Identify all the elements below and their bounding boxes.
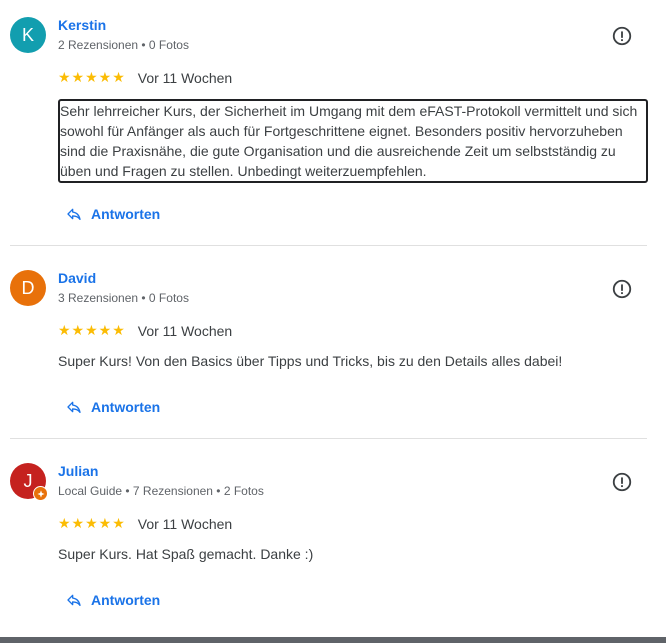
reviewer-name[interactable]: Kerstin	[58, 17, 106, 33]
avatar-initial: J	[23, 471, 33, 491]
avatar[interactable]: D	[10, 270, 46, 306]
avatar-initial: D	[21, 278, 35, 298]
report-icon[interactable]	[611, 471, 633, 493]
review-date: Vor 11 Wochen	[137, 69, 233, 86]
report-icon[interactable]	[611, 25, 633, 47]
reply-label: Antworten	[91, 399, 161, 415]
reply-button[interactable]: Antworten	[66, 399, 160, 415]
review-text: Super Kurs! Von den Basics über Tipps un…	[58, 353, 563, 369]
review-card: K Kerstin 2 Rezensionen • 0 Fotos ★★★★★ …	[10, 17, 648, 246]
reviewer-meta: 2 Rezensionen • 0 Fotos	[58, 38, 189, 52]
reply-button[interactable]: Antworten	[66, 206, 160, 222]
reply-icon	[67, 401, 81, 413]
reply-icon	[67, 208, 81, 220]
bottom-divider	[0, 637, 666, 643]
reply-icon	[67, 594, 81, 606]
reply-label: Antworten	[91, 592, 161, 608]
star-rating: ★★★★★	[58, 515, 126, 531]
reviewer-meta: Local Guide • 7 Rezensionen • 2 Fotos	[58, 484, 264, 498]
rating-row: ★★★★★ Vor 11 Wochen	[58, 515, 232, 532]
reply-label: Antworten	[91, 206, 161, 222]
avatar-initial: K	[21, 25, 34, 45]
local-guide-badge-icon	[33, 486, 48, 501]
review-card: J Julian Local Guide • 7 Rezensionen • 2…	[10, 463, 647, 628]
review-text: Sehr lehrreicher Kurs, der Sicherheit im…	[58, 99, 648, 183]
reviewer-name[interactable]: David	[58, 270, 96, 286]
avatar[interactable]: J	[10, 463, 48, 501]
review-text: Super Kurs. Hat Spaß gemacht. Danke :)	[58, 546, 314, 562]
star-rating: ★★★★★	[58, 69, 126, 85]
avatar[interactable]: K	[10, 17, 46, 53]
rating-row: ★★★★★ Vor 11 Wochen	[58, 322, 232, 339]
rating-row: ★★★★★ Vor 11 Wochen	[58, 69, 232, 86]
report-icon[interactable]	[611, 278, 633, 300]
review-date: Vor 11 Wochen	[137, 322, 233, 339]
star-rating: ★★★★★	[58, 322, 126, 338]
reviewer-meta: 3 Rezensionen • 0 Fotos	[58, 291, 189, 305]
reply-button[interactable]: Antworten	[66, 592, 160, 608]
review-card: D David 3 Rezensionen • 0 Fotos ★★★★★ Vo…	[10, 270, 647, 439]
reviewer-name[interactable]: Julian	[58, 463, 98, 479]
review-date: Vor 11 Wochen	[137, 515, 233, 532]
